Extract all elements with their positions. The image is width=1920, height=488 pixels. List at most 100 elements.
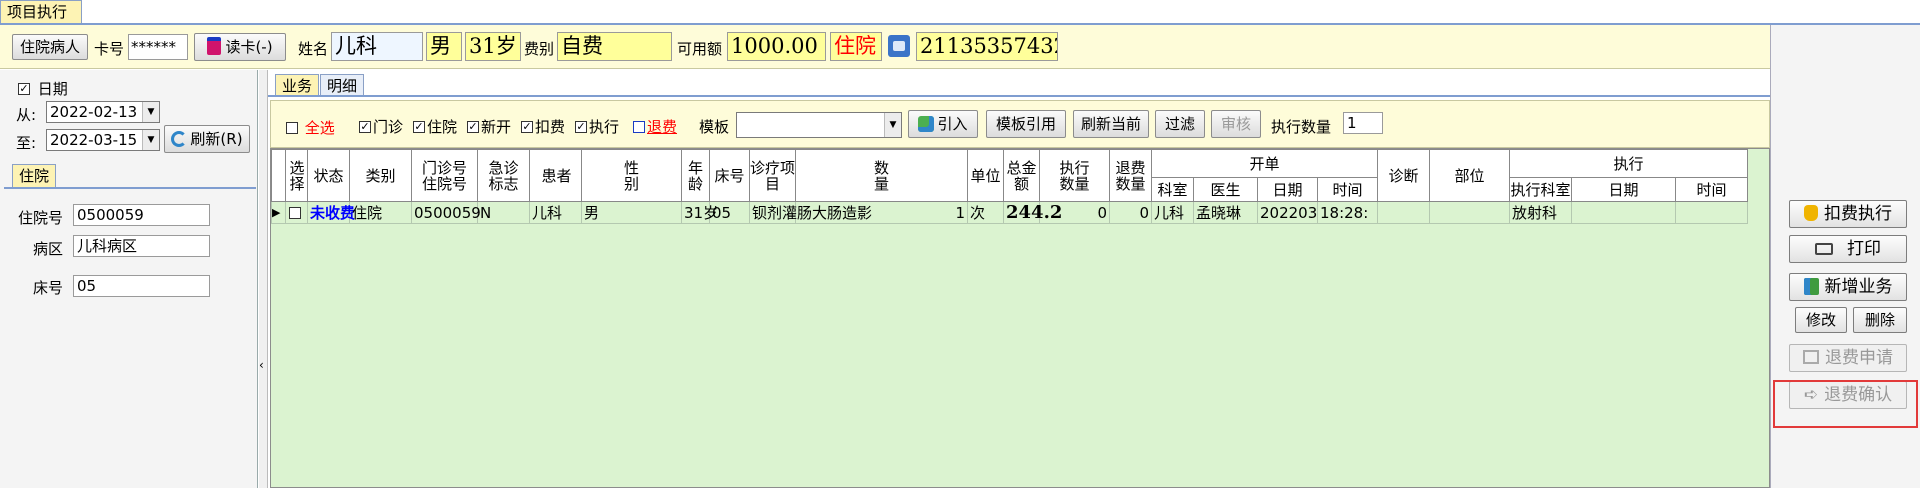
from-date-select[interactable]: 2022-02-13 ▼ <box>46 101 160 123</box>
template-label: 模板 <box>699 118 730 136</box>
chevron-down-icon: ▼ <box>142 130 159 150</box>
available-amount-field: 1000.00 <box>727 32 826 61</box>
deduct-execute-button[interactable]: 扣费执行 <box>1789 200 1907 228</box>
edit-button[interactable]: 修改 <box>1795 307 1847 333</box>
filter-outpatient[interactable]: 门诊 <box>359 116 403 137</box>
filter-refund[interactable]: 退费 <box>633 116 677 137</box>
dept-header[interactable]: 科室 <box>1151 177 1194 202</box>
review-button[interactable]: 审核 <box>1211 110 1261 138</box>
status-header[interactable]: 状态 <box>307 149 350 202</box>
bed-field[interactable]: 05 <box>73 275 210 297</box>
window-title-tab[interactable]: 项目执行 <box>0 0 82 24</box>
name-field: 儿科 <box>331 32 423 61</box>
import-button[interactable]: 引入 <box>908 110 978 138</box>
tab-inpatient[interactable]: 住院 <box>12 164 57 188</box>
diagnosis-header[interactable]: 诊断 <box>1377 149 1431 202</box>
filter-inpatient[interactable]: 住院 <box>413 116 457 137</box>
to-label: 至: <box>16 134 37 152</box>
urgent-header[interactable]: 急诊标志 <box>477 149 530 202</box>
cell-total: 244.2 <box>1003 201 1062 224</box>
cell-dept: 儿科 <box>1151 201 1194 224</box>
ward-field[interactable]: 儿科病区 <box>73 235 210 257</box>
row-select-checkbox[interactable] <box>285 201 308 224</box>
select-header[interactable]: 选择 <box>285 149 308 202</box>
hand-icon <box>1804 205 1818 221</box>
business-grid: 选择 状态 类别 门诊号住院号 急诊标志 患者 性别 年龄 床号 诊疗项目 数量… <box>270 148 1770 488</box>
qty-header[interactable]: 数量 <box>795 149 968 202</box>
filter-deduct[interactable]: 扣费 <box>521 116 565 137</box>
filter-button[interactable]: 过滤 <box>1155 110 1205 138</box>
time-header[interactable]: 时间 <box>1316 177 1379 202</box>
exec-dept-header[interactable]: 执行科室 <box>1509 177 1573 202</box>
date-check-icon <box>18 83 30 95</box>
add-business-button[interactable]: 新增业务 <box>1789 273 1907 301</box>
patient-type-button[interactable]: 住院病人 <box>12 34 88 60</box>
refresh-icon <box>171 131 188 147</box>
card-reader-icon <box>207 37 222 55</box>
name-label: 姓名 <box>298 40 329 58</box>
refund-qty-header[interactable]: 退费数量 <box>1109 149 1152 202</box>
cell-time: 18:28: <box>1316 201 1379 224</box>
bed-header[interactable]: 床号 <box>709 149 750 202</box>
refresh-button[interactable]: 刷新(R) <box>164 125 250 153</box>
cell-exec-time <box>1675 201 1749 224</box>
doctor-header[interactable]: 医生 <box>1193 177 1258 202</box>
date-header[interactable]: 日期 <box>1257 177 1318 202</box>
card-label: 卡号 <box>94 40 125 58</box>
exec-date-header[interactable]: 日期 <box>1571 177 1677 202</box>
total-header[interactable]: 总金额 <box>1003 149 1040 202</box>
card-number-field[interactable]: ****** <box>128 34 188 60</box>
read-card-button[interactable]: 读卡(-) <box>194 33 286 61</box>
main-tab-divider <box>268 95 1770 97</box>
exec-time-header[interactable]: 时间 <box>1675 177 1749 202</box>
item-header[interactable]: 诊疗项目 <box>749 149 796 202</box>
cell-diagnosis <box>1377 201 1431 224</box>
unit-header[interactable]: 单位 <box>967 149 1004 202</box>
business-table: 选择 状态 类别 门诊号住院号 急诊标志 患者 性别 年龄 床号 诊疗项目 数量… <box>271 149 1770 224</box>
template-select[interactable]: ▼ <box>736 112 902 138</box>
cell-gender: 男 <box>581 201 682 224</box>
delete-button[interactable]: 删除 <box>1853 307 1907 333</box>
exec-group-header: 执行 <box>1509 149 1749 178</box>
bed-label: 床号 <box>33 279 64 297</box>
fee-type-field: 自费 <box>557 32 672 61</box>
arrow-right-icon: ➪ <box>1803 385 1819 405</box>
cell-doctor: 孟晓琳 <box>1193 201 1258 224</box>
cell-exec-dept: 放射科 <box>1509 201 1573 224</box>
exec-count-label: 执行数量 <box>1271 118 1332 136</box>
age-header[interactable]: 年龄 <box>681 149 710 202</box>
patient-header[interactable]: 患者 <box>529 149 582 202</box>
from-label: 从: <box>16 106 37 124</box>
splitter[interactable]: ‹ <box>259 70 268 488</box>
print-button[interactable]: 打印 <box>1789 235 1907 263</box>
filter-execute[interactable]: 执行 <box>575 116 619 137</box>
template-reference-button[interactable]: 模板引用 <box>986 110 1066 138</box>
filter-new[interactable]: 新开 <box>467 116 511 137</box>
id-card-icon[interactable] <box>888 35 910 57</box>
refund-request-button[interactable]: 退费申请 <box>1789 344 1907 372</box>
exec-count-field[interactable]: 1 <box>1343 112 1383 134</box>
tab-business[interactable]: 业务 <box>275 74 320 96</box>
window-title: 项目执行 <box>7 3 68 21</box>
to-date-select[interactable]: 2022-03-15 ▼ <box>46 129 160 151</box>
refresh-current-button[interactable]: 刷新当前 <box>1073 110 1149 138</box>
select-all-checkbox[interactable]: 全选 <box>286 117 335 138</box>
admission-no-label: 住院号 <box>18 209 64 227</box>
cell-unit: 次 <box>967 201 1004 224</box>
cell-part <box>1429 201 1511 224</box>
date-checkbox[interactable]: 日期 <box>18 78 68 99</box>
refund-confirm-button[interactable]: ➪ 退费确认 <box>1789 381 1907 409</box>
import-icon <box>918 116 935 132</box>
open-group-header: 开单 <box>1150 149 1379 178</box>
age-field: 31岁 <box>465 32 521 61</box>
gender-header-visible[interactable]: 性别 <box>581 149 682 202</box>
visit-no-header[interactable]: 门诊号住院号 <box>411 149 478 202</box>
admission-no-field[interactable]: 0500059 <box>73 204 210 226</box>
table-row[interactable]: ▶ 未收费 住院 0500059 N 儿科 男 31岁 05 钡剂灌肠大肠造影 … <box>271 201 1770 224</box>
tab-detail[interactable]: 明细 <box>320 74 365 96</box>
exec-qty-header[interactable]: 执行数量 <box>1039 149 1110 202</box>
category-header[interactable]: 类别 <box>349 149 412 202</box>
cell-urgent: N <box>477 201 530 224</box>
part-header[interactable]: 部位 <box>1429 149 1511 202</box>
tab-divider <box>4 187 256 189</box>
